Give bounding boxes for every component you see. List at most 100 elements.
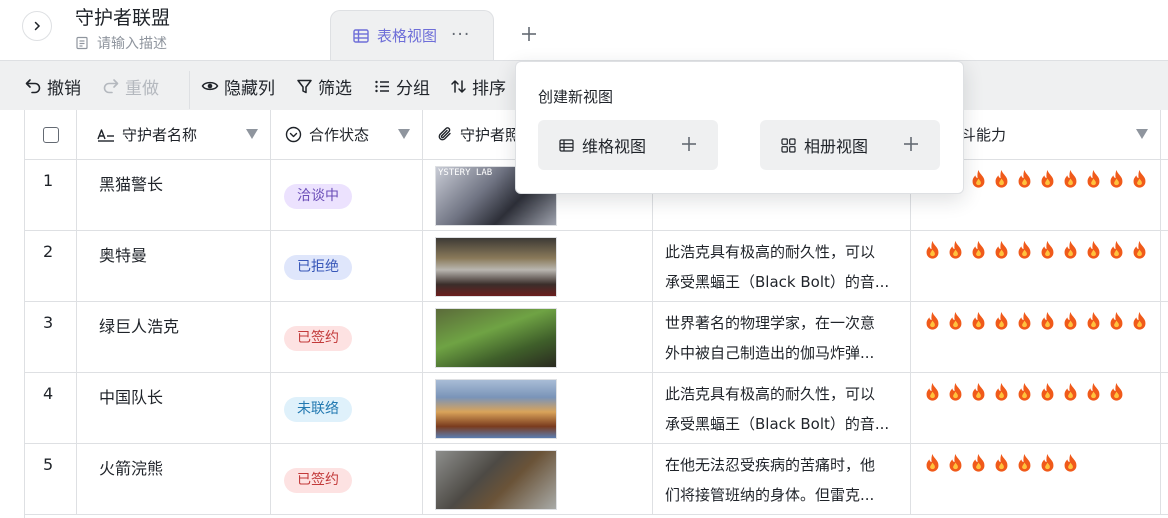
power-rating (923, 240, 1149, 260)
guardian-photo[interactable] (435, 379, 557, 439)
fire-icon (995, 169, 1008, 188)
fire-icon (1087, 382, 1100, 401)
grid-table-icon (559, 138, 574, 152)
photo-cell[interactable] (423, 302, 653, 373)
photo-cell[interactable] (423, 231, 653, 302)
status-cell[interactable]: 已拒绝 (271, 231, 423, 302)
description-cell[interactable]: 世界著名的物理学家，在一次意 外中被自己制造出的伽马炸弹... (653, 302, 911, 373)
group-button[interactable]: 分组 (374, 61, 430, 111)
undo-button[interactable]: 撤销 (24, 61, 81, 111)
paperclip-icon (438, 127, 451, 141)
redo-icon (103, 79, 119, 94)
power-rating (923, 311, 1149, 331)
table-row[interactable]: 5 火箭浣熊 已签约 在他无法忍受疾病的苦痛时，他 们将接管班纳的身体。但雷克... (25, 444, 1168, 515)
undo-label: 撤销 (47, 78, 81, 99)
name-cell[interactable]: 绿巨人浩克 (77, 302, 271, 373)
sort-arrows-icon (451, 79, 466, 93)
power-cell[interactable] (911, 302, 1161, 373)
tab-grid-view[interactable]: 表格视图 ··· (330, 10, 494, 60)
extra-cell (1161, 231, 1168, 302)
column-header-name[interactable]: 守护者名称 (77, 110, 271, 160)
name-cell[interactable]: 火箭浣熊 (77, 444, 271, 515)
plus-icon[interactable] (902, 135, 920, 153)
column-header-extra (1161, 110, 1168, 160)
row-index-cell[interactable]: 1 (25, 160, 77, 231)
popover-title: 创建新视图 (538, 88, 614, 106)
fire-icon (995, 240, 1008, 259)
row-index-cell[interactable]: 2 (25, 231, 77, 302)
fire-icon (972, 240, 985, 259)
guardian-photo[interactable] (435, 237, 557, 297)
chevron-down-icon[interactable] (246, 129, 258, 139)
create-view-popover: 创建新视图 维格视图 相册视图 (515, 61, 964, 194)
fire-icon (926, 453, 939, 472)
list-group-icon (375, 80, 389, 92)
status-cell[interactable]: 未联络 (271, 373, 423, 444)
sort-button[interactable]: 排序 (450, 61, 506, 111)
column-label: 守护者名称 (122, 126, 198, 144)
fire-icon (1133, 311, 1146, 330)
status-cell[interactable]: 已签约 (271, 302, 423, 373)
row-index: 2 (43, 242, 54, 261)
table-row[interactable]: 4 中国队长 未联络 此浩克具有极高的耐久性，可以 承受黑蝠王（Black Bolt）的… (25, 373, 1168, 444)
photo-cell[interactable] (423, 444, 653, 515)
fire-icon (1110, 311, 1123, 330)
create-grid-view-option[interactable]: 维格视图 (538, 120, 718, 170)
gallery-grid-icon (781, 137, 796, 153)
select-all-checkbox[interactable] (42, 126, 59, 143)
guardian-photo[interactable] (435, 308, 557, 368)
power-cell[interactable] (911, 444, 1161, 515)
name-cell[interactable]: 中国队长 (77, 373, 271, 444)
power-cell[interactable] (911, 373, 1161, 444)
status-cell[interactable]: 洽谈中 (271, 160, 423, 231)
expand-sidebar-button[interactable] (22, 11, 52, 41)
fire-icon (1087, 240, 1100, 259)
name-cell[interactable]: 奥特曼 (77, 231, 271, 302)
column-header-status[interactable]: 合作状态 (271, 110, 423, 160)
chevron-down-icon[interactable] (398, 129, 410, 139)
name-cell[interactable]: 黑猫警长 (77, 160, 271, 231)
guardian-photo[interactable] (435, 450, 557, 510)
status-badge: 已拒绝 (284, 255, 352, 280)
fire-icon (1064, 169, 1077, 188)
photo-caption: YSTERY LAB (438, 168, 493, 178)
photo-cell[interactable] (423, 373, 653, 444)
fire-icon (1018, 240, 1031, 259)
filter-button[interactable]: 筛选 (296, 61, 352, 111)
redo-button[interactable]: 重做 (102, 61, 159, 111)
fire-icon (949, 311, 962, 330)
hide-columns-label: 隐藏列 (224, 78, 275, 99)
row-index-cell[interactable]: 3 (25, 302, 77, 373)
description-cell[interactable]: 此浩克具有极高的耐久性，可以 承受黑蝠王（Black Bolt）的音... (653, 231, 911, 302)
row-index-cell[interactable]: 4 (25, 373, 77, 444)
chevron-down-icon[interactable] (1136, 129, 1148, 139)
description-text: 在他无法忍受疾病的苦痛时，他 们将接管班纳的身体。但雷克... (665, 450, 899, 510)
row-index-cell[interactable]: 5 (25, 444, 77, 515)
status-cell[interactable]: 已签约 (271, 444, 423, 515)
fire-icon (1110, 240, 1123, 259)
fire-icon (1064, 453, 1077, 472)
fire-icon (1041, 453, 1054, 472)
guardian-name: 黑猫警长 (99, 175, 164, 194)
toolbar-divider (189, 71, 190, 109)
description-field[interactable]: 请输入描述 (75, 33, 167, 53)
power-cell[interactable] (911, 231, 1161, 302)
description-cell[interactable]: 此浩克具有极高的耐久性，可以 承受黑蝠王（Black Bolt）的音... (653, 373, 911, 444)
table-row[interactable]: 3 绿巨人浩克 已签约 世界著名的物理学家，在一次意 外中被自己制造出的伽马炸弹... (25, 302, 1168, 373)
create-gallery-view-option[interactable]: 相册视图 (760, 120, 940, 170)
fire-icon (995, 382, 1008, 401)
page-title[interactable]: 守护者联盟 (75, 3, 170, 30)
gallery-view-label: 相册视图 (804, 137, 869, 156)
app-header: 守护者联盟 请输入描述 表格视图 ··· (0, 0, 1168, 60)
select-all-header (25, 110, 77, 160)
filter-funnel-icon (297, 79, 312, 93)
table-row[interactable]: 2 奥特曼 已拒绝 此浩克具有极高的耐久性，可以 承受黑蝠王（Black Bolt）的音… (25, 231, 1168, 302)
fire-icon (1018, 453, 1031, 472)
description-line: 外中被自己制造出的伽马炸弹... (665, 344, 875, 362)
fire-icon (926, 311, 939, 330)
more-dots-icon[interactable]: ··· (451, 27, 470, 44)
plus-icon[interactable] (680, 135, 698, 153)
add-view-button[interactable] (517, 22, 541, 46)
hide-columns-button[interactable]: 隐藏列 (201, 61, 275, 111)
description-cell[interactable]: 在他无法忍受疾病的苦痛时，他 们将接管班纳的身体。但雷克... (653, 444, 911, 515)
